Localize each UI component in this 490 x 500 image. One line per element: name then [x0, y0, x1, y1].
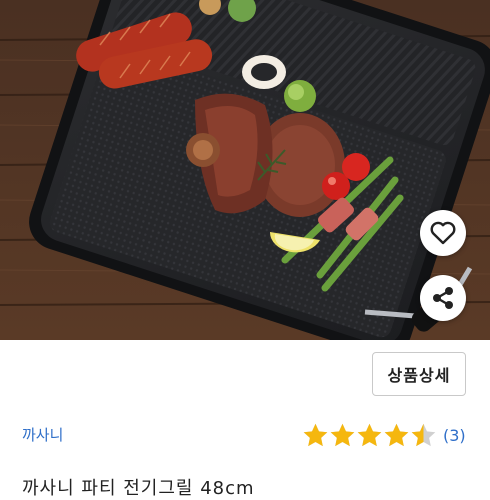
star-icon: [384, 423, 409, 447]
share-icon: [433, 287, 453, 309]
review-count[interactable]: (3): [443, 426, 466, 445]
product-rating[interactable]: (3): [302, 420, 466, 450]
star-icon: [303, 423, 328, 447]
product-title: 까사니 파티 전기그릴 48cm: [22, 478, 255, 499]
product-detail-button[interactable]: 상품상세: [372, 352, 466, 396]
share-button[interactable]: [420, 275, 466, 321]
star-icon: [357, 423, 382, 447]
brand-link[interactable]: 까사니: [22, 424, 63, 445]
grill-photo: [0, 0, 490, 340]
like-button[interactable]: [420, 210, 466, 256]
star-icon: [411, 423, 436, 447]
product-image[interactable]: [0, 0, 490, 340]
star-icon: [330, 423, 355, 447]
heart-icon: [430, 221, 456, 245]
rating-stars: [302, 422, 437, 448]
